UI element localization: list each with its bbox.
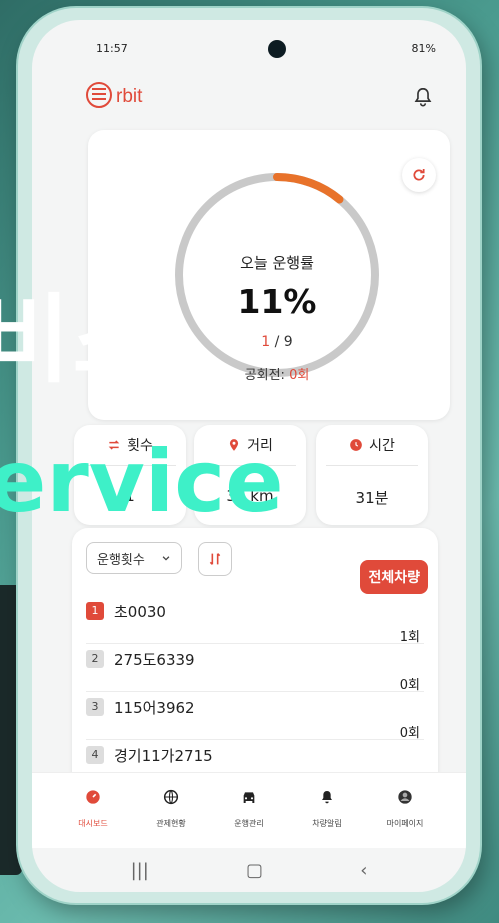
running-count: 1 [261,334,271,350]
stat-value-distance: 32 km [226,487,274,505]
stat-value-time: 31분 [355,489,389,507]
all-vehicles-button[interactable]: 전체차량 [360,560,428,594]
operation-rate-card: 오늘 운행률 11% 1 / 9 공회전: 0회 [88,130,450,420]
stat-divider [326,465,418,466]
tab-label: 대시보드 [78,819,108,828]
sort-order-button[interactable] [198,542,232,576]
stat-label-count: 횟수 [127,438,153,454]
sort-arrows-icon [209,553,221,565]
rate-percent: 11% [237,282,317,321]
refresh-button[interactable] [402,158,436,192]
vehicle-list-card: 운행횟수 전체차량 1 초0030 1회 2 275도6339 0회 3 115… [72,528,438,796]
vehicle-plate: 275도6339 [114,651,195,669]
system-nav-bar: ||| ▢ ‹ [32,848,466,892]
recent-apps-button[interactable]: ||| [131,860,149,881]
stat-divider [204,465,296,466]
dropdown-value: 운행횟수 [97,552,145,568]
vehicle-row[interactable]: 2 275도6339 0회 [86,642,424,693]
row-index: 4 [86,746,104,764]
vehicle-plate: 경기11가2715 [114,747,213,765]
phone-frame: 11:57 81% rbit 오늘 운행률 11% 1 / 9 공회전: 0회 … [18,8,480,903]
tab-dashboard[interactable]: 대시보드 [60,773,126,848]
stat-head-time: 시간 [316,435,428,455]
tab-label: 차량알림 [312,819,342,828]
stat-label-time: 시간 [369,438,395,454]
idle-value: 0회 [289,368,310,383]
app-bar: rbit [86,72,440,122]
refresh-icon [413,169,425,181]
stat-value-count: 1 [125,487,135,505]
row-index: 1 [86,602,104,620]
status-time: 11:57 [96,42,128,55]
stat-card-distance: 거리 32 km [194,425,306,525]
tab-alerts[interactable]: 차량알림 [294,773,360,848]
rate-label: 오늘 운행률 [240,254,314,272]
user-icon [398,790,412,804]
status-bar: 11:57 81% [96,42,436,60]
status-battery: 81% [411,42,436,55]
tab-mypage[interactable]: 마이페이지 [372,773,438,848]
swap-icon [108,440,120,450]
globe-icon [163,789,179,805]
tab-monitoring[interactable]: 관제현황 [138,773,204,848]
notification-bell-icon[interactable] [412,86,434,108]
car-icon [243,792,255,803]
bell-icon [322,791,332,804]
operation-rate-ring: 오늘 운행률 11% 1 / 9 공회전: 0회 [172,170,382,383]
stat-divider [84,465,176,466]
row-index: 3 [86,698,104,716]
stat-head-count: 횟수 [74,435,186,455]
chevron-down-icon [162,556,170,561]
bottom-tab-bar: 대시보드 관제현황 운행관리 차량알림 마이페이지 [32,772,466,848]
vehicle-row[interactable]: 1 초0030 1회 [86,594,424,645]
vehicle-plate: 115어3962 [114,699,195,717]
rate-fraction: 1 / 9 [172,334,382,350]
stat-card-time: 시간 31분 [316,425,428,525]
row-index: 2 [86,650,104,668]
front-camera [268,40,286,58]
idle-stat: 공회전: 0회 [172,364,382,383]
idle-label: 공회전: [244,368,285,383]
home-button[interactable]: ▢ [246,860,263,881]
orbit-logo-icon [86,82,112,108]
stat-label-distance: 거리 [247,438,273,454]
clock-icon [350,439,362,451]
location-pin-icon [230,439,239,451]
sort-criteria-dropdown[interactable]: 운행횟수 [86,542,182,574]
total-count: / 9 [274,334,293,350]
stat-head-distance: 거리 [194,435,306,455]
tab-label: 운행관리 [234,819,264,828]
vehicle-row[interactable]: 3 115어3962 0회 [86,690,424,741]
tab-label: 관제현황 [156,819,186,828]
logo-text: rbit [116,86,143,107]
stat-card-count: 횟수 1 [74,425,186,525]
back-button[interactable]: ‹ [360,860,367,881]
vehicle-plate: 초0030 [114,603,166,621]
tab-label: 마이페이지 [386,819,424,828]
phone-screen: 11:57 81% rbit 오늘 운행률 11% 1 / 9 공회전: 0회 … [32,20,466,892]
tab-operation[interactable]: 운행관리 [216,773,282,848]
dashboard-icon [86,790,100,804]
